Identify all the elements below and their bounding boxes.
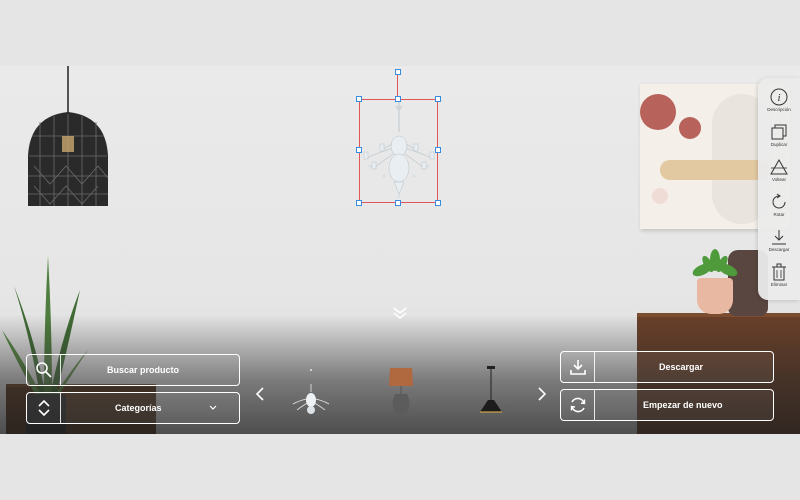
duplicate-icon <box>771 124 787 140</box>
toolbar-flip[interactable]: Voltear <box>758 156 800 190</box>
restart-label: Empezar de nuevo <box>643 400 723 410</box>
toolbar-description-label: Descripción <box>767 107 791 112</box>
categories-select[interactable]: Categorías <box>26 392 240 424</box>
resize-handle-top-left[interactable] <box>356 96 362 102</box>
toolbar-duplicate[interactable]: Duplicar <box>758 121 800 155</box>
trash-icon <box>772 263 786 281</box>
toolbar-rotate-label: Rotar <box>773 212 785 217</box>
rotate-handle[interactable] <box>395 69 401 75</box>
designer-canvas[interactable]: i Descripción Duplicar Voltear Rotar Des… <box>0 0 800 500</box>
restart-button[interactable]: Empezar de nuevo <box>560 389 774 421</box>
carousel-prev-icon[interactable] <box>254 385 266 403</box>
rotation-stem <box>397 72 398 99</box>
download-label: Descargar <box>659 362 704 372</box>
double-chevron-down-icon[interactable] <box>392 306 408 320</box>
search-product-label: Buscar producto <box>107 365 180 375</box>
chevron-down-icon <box>209 405 217 410</box>
refresh-icon-box <box>561 390 595 420</box>
download-icon <box>772 230 786 245</box>
toolbar-flip-label: Voltear <box>771 177 786 182</box>
resize-handle-top-right[interactable] <box>435 96 441 102</box>
flip-icon <box>770 158 788 175</box>
toolbar-delete[interactable]: Eliminar <box>758 261 800 295</box>
resize-handle-bottom-left[interactable] <box>356 200 362 206</box>
carousel-item-table-lamp[interactable] <box>376 360 426 420</box>
resize-handle-bottom-right[interactable] <box>435 200 441 206</box>
refresh-icon <box>570 397 585 413</box>
up-down-chevron-icon <box>37 399 50 417</box>
search-icon <box>35 362 52 378</box>
resize-handle-left[interactable] <box>356 147 362 153</box>
pendant-lamp-product[interactable] <box>20 66 116 211</box>
rotate-icon <box>772 193 786 209</box>
toolbar-duplicate-label: Duplicar <box>770 142 788 147</box>
resize-handle-top[interactable] <box>395 96 401 102</box>
toolbar-download[interactable]: Descargar <box>758 226 800 260</box>
sort-icon-box <box>27 393 61 423</box>
categories-label: Categorías <box>115 403 162 413</box>
object-toolbar: i Descripción Duplicar Voltear Rotar Des… <box>758 78 800 300</box>
toolbar-description[interactable]: i Descripción <box>758 86 800 120</box>
carousel-next-icon[interactable] <box>536 385 548 403</box>
toolbar-delete-label: Eliminar <box>770 282 788 287</box>
carousel-item-pendant-lamp[interactable] <box>466 360 516 420</box>
download-icon <box>569 360 586 375</box>
search-product-button[interactable]: Buscar producto <box>26 354 240 386</box>
toolbar-rotate[interactable]: Rotar <box>758 191 800 225</box>
info-icon: i <box>770 88 788 106</box>
download-icon-box <box>561 352 595 382</box>
search-icon-box <box>27 355 61 385</box>
carousel-item-chandelier[interactable] <box>286 360 336 420</box>
toolbar-download-label: Descargar <box>768 247 790 252</box>
planter-pot <box>697 278 733 314</box>
resize-handle-bottom[interactable] <box>395 200 401 206</box>
svg-text:i: i <box>777 92 780 104</box>
planter-leaves <box>692 249 738 277</box>
download-button[interactable]: Descargar <box>560 351 774 383</box>
selection-box[interactable] <box>359 99 438 203</box>
resize-handle-right[interactable] <box>435 147 441 153</box>
